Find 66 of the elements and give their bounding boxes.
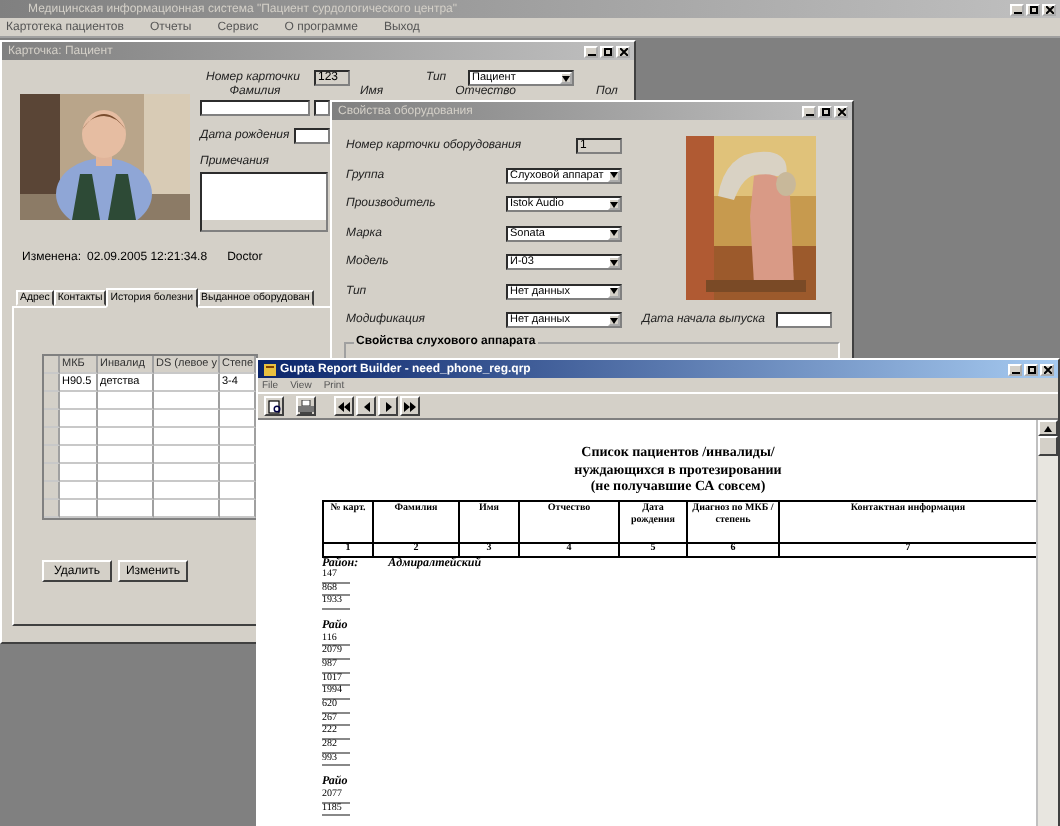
caret-icon — [560, 72, 572, 84]
table-cell — [98, 410, 154, 428]
scrollbar[interactable] — [1036, 420, 1058, 826]
print-button[interactable] — [296, 396, 316, 416]
table-cell — [60, 428, 98, 446]
surname-field[interactable] — [200, 100, 310, 116]
left-arrow-icon — [363, 401, 369, 411]
last-page-button[interactable] — [400, 396, 420, 416]
maximize-icon — [603, 47, 611, 55]
caret-icon — [608, 256, 620, 268]
double-left-arrow-icon — [338, 401, 350, 411]
first-page-button[interactable] — [334, 396, 354, 416]
table-cell — [60, 500, 98, 518]
table-cell — [98, 446, 154, 464]
table-cell — [154, 464, 220, 482]
maximize-icon — [821, 107, 829, 115]
scroll-up-button[interactable] — [1038, 420, 1058, 436]
close-icon — [1043, 365, 1051, 373]
preview-button[interactable] — [264, 396, 284, 416]
close-icon — [837, 107, 845, 115]
next-page-button[interactable] — [378, 396, 398, 416]
printer-icon — [298, 399, 314, 413]
table-cell — [154, 500, 220, 518]
table-cell — [98, 392, 154, 410]
caret-icon — [608, 285, 620, 297]
double-right-arrow-icon — [404, 401, 416, 411]
release-date-field[interactable] — [776, 312, 832, 328]
caret-icon — [608, 227, 620, 239]
table-cell — [98, 428, 154, 446]
close-button[interactable] — [1042, 3, 1056, 15]
table-cell — [60, 464, 98, 482]
table-cell — [154, 392, 220, 410]
close-icon — [619, 47, 627, 55]
caret-icon — [608, 169, 620, 181]
table-cell — [98, 500, 154, 518]
scroll-thumb[interactable] — [1038, 436, 1058, 456]
right-arrow-icon — [385, 401, 391, 411]
table-cell — [60, 392, 98, 410]
page-magnifier-icon — [267, 399, 281, 413]
table-cell — [98, 482, 154, 500]
notes-field[interactable] — [200, 172, 328, 232]
table-cell — [154, 482, 220, 500]
table-cell — [60, 446, 98, 464]
up-arrow-icon — [1044, 425, 1052, 431]
caret-icon — [608, 198, 620, 210]
previous-page-button[interactable] — [356, 396, 376, 416]
table-cell — [154, 374, 220, 392]
name-field[interactable] — [314, 100, 330, 116]
maximize-icon — [1029, 5, 1037, 13]
caret-icon — [608, 314, 620, 326]
close-icon — [1045, 5, 1053, 13]
birth-date-field[interactable] — [294, 128, 330, 144]
maximize-button[interactable] — [1024, 363, 1038, 375]
maximize-icon — [1027, 365, 1035, 373]
scrollbar[interactable] — [202, 220, 326, 230]
table-cell — [98, 464, 154, 482]
table-cell — [154, 446, 220, 464]
minimize-button[interactable] — [1008, 363, 1022, 375]
table-cell — [60, 410, 98, 428]
table-cell — [60, 482, 98, 500]
table-cell — [154, 428, 220, 446]
table-cell — [154, 410, 220, 428]
close-button[interactable] — [1040, 363, 1054, 375]
app-icon — [264, 363, 276, 375]
maximize-button[interactable] — [1026, 3, 1040, 15]
minimize-button[interactable] — [1010, 3, 1024, 15]
